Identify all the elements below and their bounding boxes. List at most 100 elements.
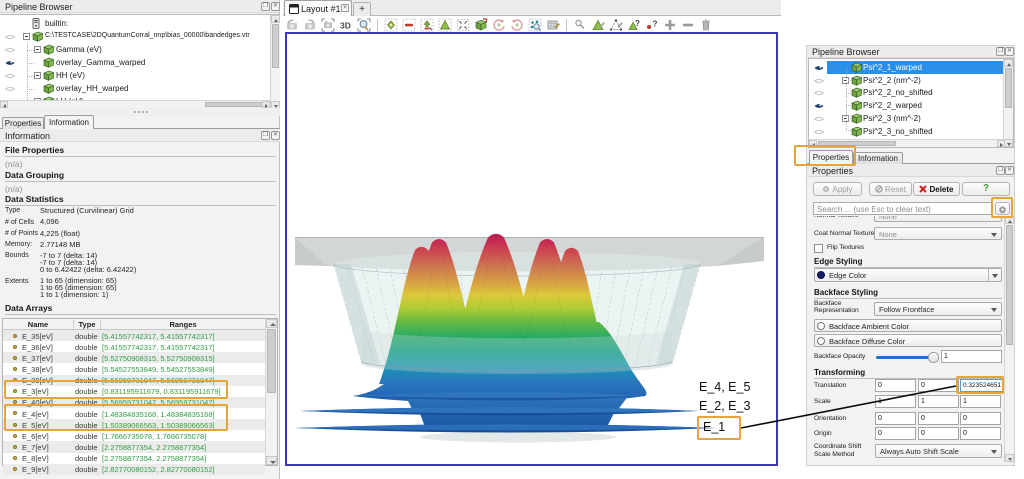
backface-diffuse-color-button[interactable]: Backface Diffuse Color <box>814 334 1002 347</box>
query-cells-icon[interactable]: ? <box>627 18 641 32</box>
eye-hidden-icon[interactable] <box>5 72 14 79</box>
table-vertical-scrollbar[interactable] <box>265 319 277 465</box>
orientation-z-field[interactable]: 0 <box>960 412 1001 425</box>
grow-selection-icon[interactable] <box>663 18 677 32</box>
table-row-e-9-ev-[interactable]: E_9[eV]double[2.82770080152, 2.827700801… <box>3 464 265 475</box>
orientation-x-field[interactable]: 0 <box>875 412 916 425</box>
eye-visible-icon[interactable] <box>5 59 14 66</box>
table-row-e-6-ev-[interactable]: E_6[eV]double[1.7666735078, 1.7666735078… <box>3 430 265 441</box>
view-plus-y-icon[interactable] <box>420 18 434 32</box>
float-icon[interactable]: ❐ <box>261 2 270 11</box>
expander-icon[interactable] <box>34 72 41 79</box>
help-button[interactable]: ? <box>962 182 1010 196</box>
edge-color-button[interactable]: Edge Color <box>814 268 1002 282</box>
translation-y-field[interactable]: 0 <box>918 379 959 392</box>
delete-button[interactable]: Delete <box>913 182 960 196</box>
table-row-e-5-ev-[interactable]: E_5[eV]double[1.50389066563, 1.503890665… <box>3 419 265 430</box>
adjust-camera-icon[interactable] <box>546 18 560 32</box>
float-icon[interactable]: ❐ <box>996 166 1005 175</box>
table-header[interactable]: NameTypeRanges <box>3 319 265 330</box>
shrink-selection-icon[interactable] <box>681 18 695 32</box>
tab-layout-1[interactable]: Layout #1 ✕ <box>284 0 352 16</box>
origin-z-field[interactable]: 0 <box>960 427 1001 440</box>
table-row-e-35-ev-[interactable]: E_35[eV]double[5.41557742317, 5.41557742… <box>3 330 265 341</box>
eye-hidden-icon[interactable] <box>814 89 823 96</box>
render-viewport[interactable]: E_4, E_5 E_2, E_3 E_1 <box>285 32 778 466</box>
tree-horizontal-scrollbar[interactable] <box>0 100 270 108</box>
camera-undo-icon[interactable] <box>285 18 299 32</box>
float-icon[interactable]: ❐ <box>261 131 270 140</box>
tree-item-psi-2-3-nm-2-[interactable]: Psi^2_3 (nm^-2) <box>809 112 1013 125</box>
view-plus-z-icon[interactable] <box>456 18 470 32</box>
table-row-e-40-ev-[interactable]: E_40[eV]double[5.56959731047, 5.56959731… <box>3 397 265 408</box>
eye-hidden-icon[interactable] <box>5 46 14 53</box>
tree-item-psi-2-2-no-shifted[interactable]: Psi^2_2_no_shifted <box>809 86 1013 99</box>
coat-normal-texture-combo[interactable]: None <box>874 227 1002 240</box>
table-row-e-36-ev-[interactable]: E_36[eV]double[5.41557742317, 5.41557742… <box>3 341 265 352</box>
tree-horizontal-scrollbar[interactable] <box>809 139 1005 147</box>
table-row-e-8-ev-[interactable]: E_8[eV]double[2.2758877354, 2.2758877354… <box>3 453 265 464</box>
backface-opacity-slider-handle[interactable] <box>928 352 939 363</box>
new-layout-tab[interactable]: + <box>353 2 371 16</box>
backface-representation-combo[interactable]: Follow Frontface <box>874 302 1002 316</box>
hover-cells-icon[interactable] <box>573 18 587 32</box>
coordinate-shift-combo[interactable]: Always Auto Shift Scale <box>875 444 1002 458</box>
eye-visible-icon[interactable] <box>814 102 823 109</box>
origin-x-field[interactable]: 0 <box>875 427 916 440</box>
table-row-e-38-ev-[interactable]: E_38[eV]double[5.54527553849, 5.54527553… <box>3 363 265 374</box>
tree-item-gamma-ev-[interactable]: Gamma (eV) <box>0 43 280 56</box>
expander-icon[interactable] <box>23 33 30 40</box>
table-row-e-3-ev-[interactable]: E_3[eV]double[0.831195911679, 0.83119591… <box>3 386 265 397</box>
close-tab-icon[interactable]: ✕ <box>341 4 349 12</box>
eye-visible-icon[interactable] <box>814 64 823 71</box>
view-minus-x-icon[interactable] <box>402 18 416 32</box>
orientation-y-field[interactable]: 0 <box>918 412 959 425</box>
tree-vertical-scrollbar[interactable] <box>1003 59 1013 147</box>
search-input[interactable]: Search ... (use Esc to clear text) <box>813 202 993 215</box>
scale-z-field[interactable]: 1 <box>960 395 1001 408</box>
table-row-e-7-ev-[interactable]: E_7[eV]double[2.2758877354, 2.2758877354… <box>3 441 265 452</box>
translation-x-field[interactable]: 0 <box>875 379 916 392</box>
tree-item-hh-ev-[interactable]: HH (eV) <box>0 69 280 82</box>
view-minus-y-icon[interactable] <box>438 18 452 32</box>
eye-hidden-icon[interactable] <box>814 115 823 122</box>
tab-information-right[interactable]: Information <box>853 152 903 164</box>
tree-item-builtin-[interactable]: builtin: <box>0 17 280 30</box>
reset-camera-icon[interactable] <box>321 18 335 32</box>
tree-item-psi-2-2-warped[interactable]: Psi^2_2_warped <box>809 99 1013 112</box>
toggle-3d-icon[interactable]: 3D <box>339 18 353 32</box>
eye-hidden-icon[interactable] <box>814 128 823 135</box>
backface-opacity-slider[interactable] <box>876 356 932 359</box>
backface-ambient-color-button[interactable]: Backface Ambient Color <box>814 319 1002 332</box>
rotate-cw-icon[interactable] <box>510 18 524 32</box>
search-options-button[interactable] <box>995 202 1010 215</box>
tab-properties-right[interactable]: Properties <box>809 150 853 164</box>
select-points-on-icon[interactable] <box>609 18 623 32</box>
tree-item-psi-2-1-warped[interactable]: Psi^2_1_warped <box>809 61 1013 74</box>
view-plus-x-icon[interactable] <box>384 18 398 32</box>
select-cells-on-icon[interactable] <box>591 18 605 32</box>
table-row-e-37-ev-[interactable]: E_37[eV]double[5.52750908315, 5.52750908… <box>3 352 265 363</box>
tree-item-psi-2-3-no-shifted[interactable]: Psi^2_3_no_shifted <box>809 125 1013 138</box>
tree-item-c-testcase-2dquantumcorral-nnp[interactable]: C:\TESTCASE\2DQuantumCorral_nnp\bias_000… <box>0 30 280 43</box>
origin-y-field[interactable]: 0 <box>918 427 959 440</box>
scale-y-field[interactable]: 1 <box>918 395 959 408</box>
close-icon[interactable]: ✕ <box>271 2 280 11</box>
column-name[interactable]: Name <box>3 320 73 329</box>
table-row-e-39-ev-[interactable]: E_39[eV]double[5.56959731047, 5.56959731… <box>3 375 265 386</box>
tree-item-overlay-hh-warped[interactable]: overlay_HH_warped <box>0 82 280 95</box>
backface-opacity-field[interactable]: 1 <box>941 350 1002 363</box>
view-minus-z-icon[interactable] <box>474 18 488 32</box>
translation-z-field[interactable]: 0.323524651 <box>960 379 1004 392</box>
zoom-to-box-icon[interactable] <box>357 18 371 32</box>
tree-item-psi-2-2-nm-2-[interactable]: Psi^2_2 (nm^-2) <box>809 74 1013 87</box>
close-icon[interactable]: ✕ <box>1005 47 1014 56</box>
apply-button[interactable]: Apply <box>813 182 862 196</box>
scale-x-field[interactable]: 1 <box>875 395 916 408</box>
zoom-to-data-icon[interactable] <box>528 18 542 32</box>
eye-hidden-icon[interactable] <box>5 33 14 40</box>
table-row-e-4-ev-[interactable]: E_4[eV]double[1.48384835168, 1.483848351… <box>3 408 265 419</box>
normal-texture-combo[interactable]: None <box>874 216 1002 222</box>
tab-information[interactable]: Information <box>44 115 94 129</box>
tab-properties[interactable]: Properties <box>2 117 44 129</box>
